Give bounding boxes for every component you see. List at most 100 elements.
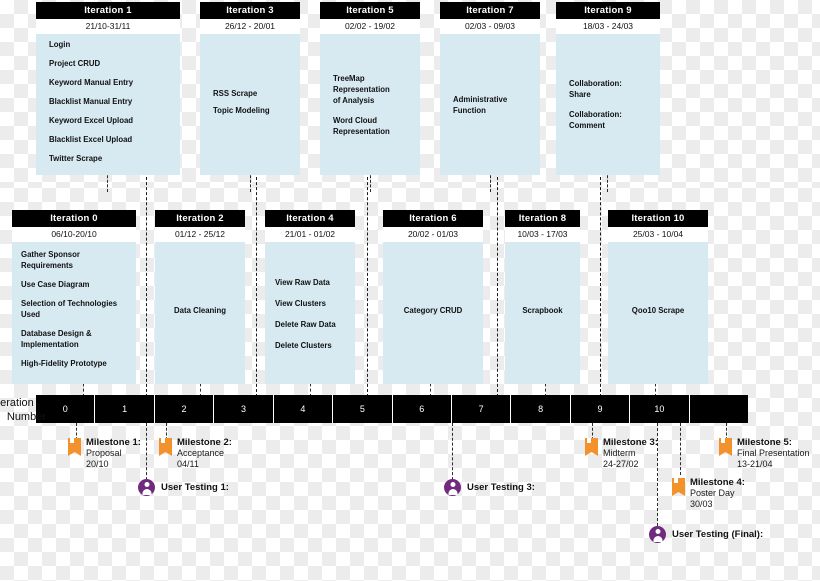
milestone-name: Milestone 4: bbox=[690, 477, 745, 488]
task-item: Scrapbook bbox=[522, 305, 563, 315]
guide-line bbox=[600, 172, 601, 397]
iteration-number-cell[interactable]: 1 bbox=[95, 395, 155, 423]
milestone-detail: Final Presentation bbox=[737, 448, 810, 458]
user-testing-label: User Testing 3: bbox=[467, 482, 535, 493]
milestone-date: 04/11 bbox=[177, 459, 199, 469]
iteration-number-cell[interactable]: 10 bbox=[630, 395, 690, 423]
milestone-5[interactable]: Milestone 5: Final Presentation 13-21/04 bbox=[719, 437, 810, 470]
iteration-number-cell[interactable]: 4 bbox=[274, 395, 334, 423]
task-item: View Raw Data bbox=[275, 277, 330, 287]
task-item: of Analysis bbox=[333, 95, 375, 105]
iteration-number-cell[interactable] bbox=[690, 395, 748, 423]
task-item: Representation bbox=[333, 126, 390, 136]
iteration-dates: 02/03 - 09/03 bbox=[440, 19, 540, 34]
milestone-name: Milestone 1: bbox=[86, 437, 141, 448]
iteration-dates: 25/03 - 10/04 bbox=[608, 227, 708, 242]
iteration-card-8[interactable]: Iteration 8 10/03 - 17/03 Scrapbook bbox=[505, 210, 580, 384]
task-item: Delete Clusters bbox=[275, 340, 332, 350]
task-item: Collaboration: bbox=[569, 110, 622, 119]
task-item: TreeMap bbox=[333, 73, 365, 83]
task-item: Function bbox=[453, 105, 486, 115]
milestone-text: Milestone 4: Poster Day 30/03 bbox=[690, 477, 745, 510]
iteration-number-cell[interactable]: 7 bbox=[452, 395, 512, 423]
iteration-card-9[interactable]: Iteration 9 18/03 - 24/03 Collaboration:… bbox=[556, 2, 660, 175]
milestone-2[interactable]: Milestone 2: Acceptance 04/11 bbox=[159, 437, 232, 470]
task-item: Twitter Scrape bbox=[49, 154, 103, 163]
iteration-number-bar: 0 1 2 3 4 5 6 7 8 9 10 bbox=[36, 395, 748, 423]
task-item: Delete Raw Data bbox=[275, 319, 336, 329]
task-item: Keyword Excel Upload bbox=[49, 116, 134, 125]
iteration-tasks: Login Project CRUD Keyword Manual Entry … bbox=[36, 34, 180, 175]
milestone-flag-icon bbox=[672, 478, 685, 496]
iteration-dates: 21/01 - 01/02 bbox=[265, 227, 355, 242]
iteration-dates: 21/10-31/11 bbox=[36, 19, 180, 34]
iteration-dates: 20/02 - 01/03 bbox=[383, 227, 483, 242]
usertest-drop-line bbox=[146, 423, 147, 485]
iteration-card-10[interactable]: Iteration 10 25/03 - 10/04 Qoo10 Scrape bbox=[608, 210, 708, 384]
milestone-text: Milestone 3: Midterm 24-27/02 bbox=[603, 437, 658, 470]
iteration-number-cell[interactable]: 9 bbox=[571, 395, 631, 423]
task-item: Administrative bbox=[453, 94, 508, 104]
milestone-4[interactable]: Milestone 4: Poster Day 30/03 bbox=[672, 477, 745, 510]
iteration-card-7[interactable]: Iteration 7 02/03 - 09/03 Administrative… bbox=[440, 2, 540, 175]
iteration-tasks: Category CRUD bbox=[383, 242, 483, 384]
task-item: View Clusters bbox=[275, 298, 326, 308]
user-testing-1[interactable]: User Testing 1: bbox=[138, 479, 229, 496]
task-item: High-Fidelity Prototype bbox=[21, 359, 107, 368]
iteration-title: Iteration 1 bbox=[36, 2, 180, 19]
task-item: Implementation bbox=[21, 340, 79, 349]
milestone-text: Milestone 5: Final Presentation 13-21/04 bbox=[737, 437, 810, 470]
iteration-tasks: View Raw Data View Clusters Delete Raw D… bbox=[265, 242, 355, 384]
iteration-dates: 06/10-20/10 bbox=[12, 227, 136, 242]
task-item: Share bbox=[569, 90, 591, 99]
task-item: Blacklist Manual Entry bbox=[49, 97, 133, 106]
milestone-flag-icon bbox=[719, 438, 732, 456]
milestone-detail: Midterm bbox=[603, 448, 636, 458]
guide-line bbox=[367, 172, 368, 397]
task-item: Blacklist Excel Upload bbox=[49, 135, 133, 144]
iteration-card-1[interactable]: Iteration 1 21/10-31/11 Login Project CR… bbox=[36, 2, 180, 175]
user-testing-final[interactable]: User Testing (Final): bbox=[649, 526, 763, 543]
iteration-card-6[interactable]: Iteration 6 20/02 - 01/03 Category CRUD bbox=[383, 210, 483, 384]
iteration-card-5[interactable]: Iteration 5 02/02 - 19/02 TreeMap Repres… bbox=[320, 2, 420, 175]
user-icon bbox=[138, 479, 155, 496]
iteration-tasks: Qoo10 Scrape bbox=[608, 242, 708, 384]
milestone-text: Milestone 1: Proposal 20/10 bbox=[86, 437, 141, 470]
milestone-name: Milestone 2: bbox=[177, 437, 232, 448]
task-item: Representation bbox=[333, 84, 390, 94]
iteration-number-cell[interactable]: 3 bbox=[214, 395, 274, 423]
milestone-flag-icon bbox=[159, 438, 172, 456]
iteration-tasks: Administrative Function bbox=[440, 34, 540, 175]
task-item: RSS Scrape bbox=[213, 88, 258, 98]
iteration-title: Iteration 6 bbox=[383, 210, 483, 227]
milestone-name: Milestone 5: bbox=[737, 437, 792, 448]
iteration-title: Iteration 2 bbox=[155, 210, 245, 227]
iteration-card-4[interactable]: Iteration 4 21/01 - 01/02 View Raw Data … bbox=[265, 210, 355, 384]
user-testing-label: User Testing 1: bbox=[161, 482, 229, 493]
timeline-diagram: Iteration 1 21/10-31/11 Login Project CR… bbox=[0, 0, 820, 581]
iteration-card-0[interactable]: Iteration 0 06/10-20/10 Gather Sponsor R… bbox=[12, 210, 136, 384]
axis-label-line1: Iteration bbox=[0, 397, 34, 409]
iteration-card-2[interactable]: Iteration 2 01/12 - 25/12 Data Cleaning bbox=[155, 210, 245, 384]
milestone-name: Milestone 3: bbox=[603, 437, 658, 448]
iteration-number-cell[interactable]: 5 bbox=[333, 395, 393, 423]
guide-line bbox=[146, 172, 147, 397]
milestone-3[interactable]: Milestone 3: Midterm 24-27/02 bbox=[585, 437, 658, 470]
iteration-number-cell[interactable]: 2 bbox=[155, 395, 215, 423]
task-item: Project CRUD bbox=[49, 59, 101, 68]
task-item: Used bbox=[21, 310, 41, 319]
iteration-tasks: TreeMap Representation of Analysis Word … bbox=[320, 34, 420, 175]
iteration-card-3[interactable]: Iteration 3 26/12 - 20/01 RSS Scrape Top… bbox=[200, 2, 300, 175]
task-item: Gather Sponsor bbox=[21, 250, 80, 259]
user-testing-3[interactable]: User Testing 3: bbox=[444, 479, 535, 496]
milestone-detail: Acceptance bbox=[177, 448, 225, 458]
task-item: Database Design & bbox=[21, 329, 92, 338]
guide-line bbox=[256, 172, 257, 397]
iteration-tasks: RSS Scrape Topic Modeling bbox=[200, 34, 300, 175]
iteration-number-cell[interactable]: 6 bbox=[393, 395, 452, 423]
iteration-dates: 18/03 - 24/03 bbox=[556, 19, 660, 34]
task-item: Keyword Manual Entry bbox=[49, 78, 134, 87]
milestone-drop-line bbox=[680, 423, 681, 475]
milestone-1[interactable]: Milestone 1: Proposal 20/10 bbox=[68, 437, 141, 470]
iteration-number-cell[interactable]: 8 bbox=[511, 395, 571, 423]
